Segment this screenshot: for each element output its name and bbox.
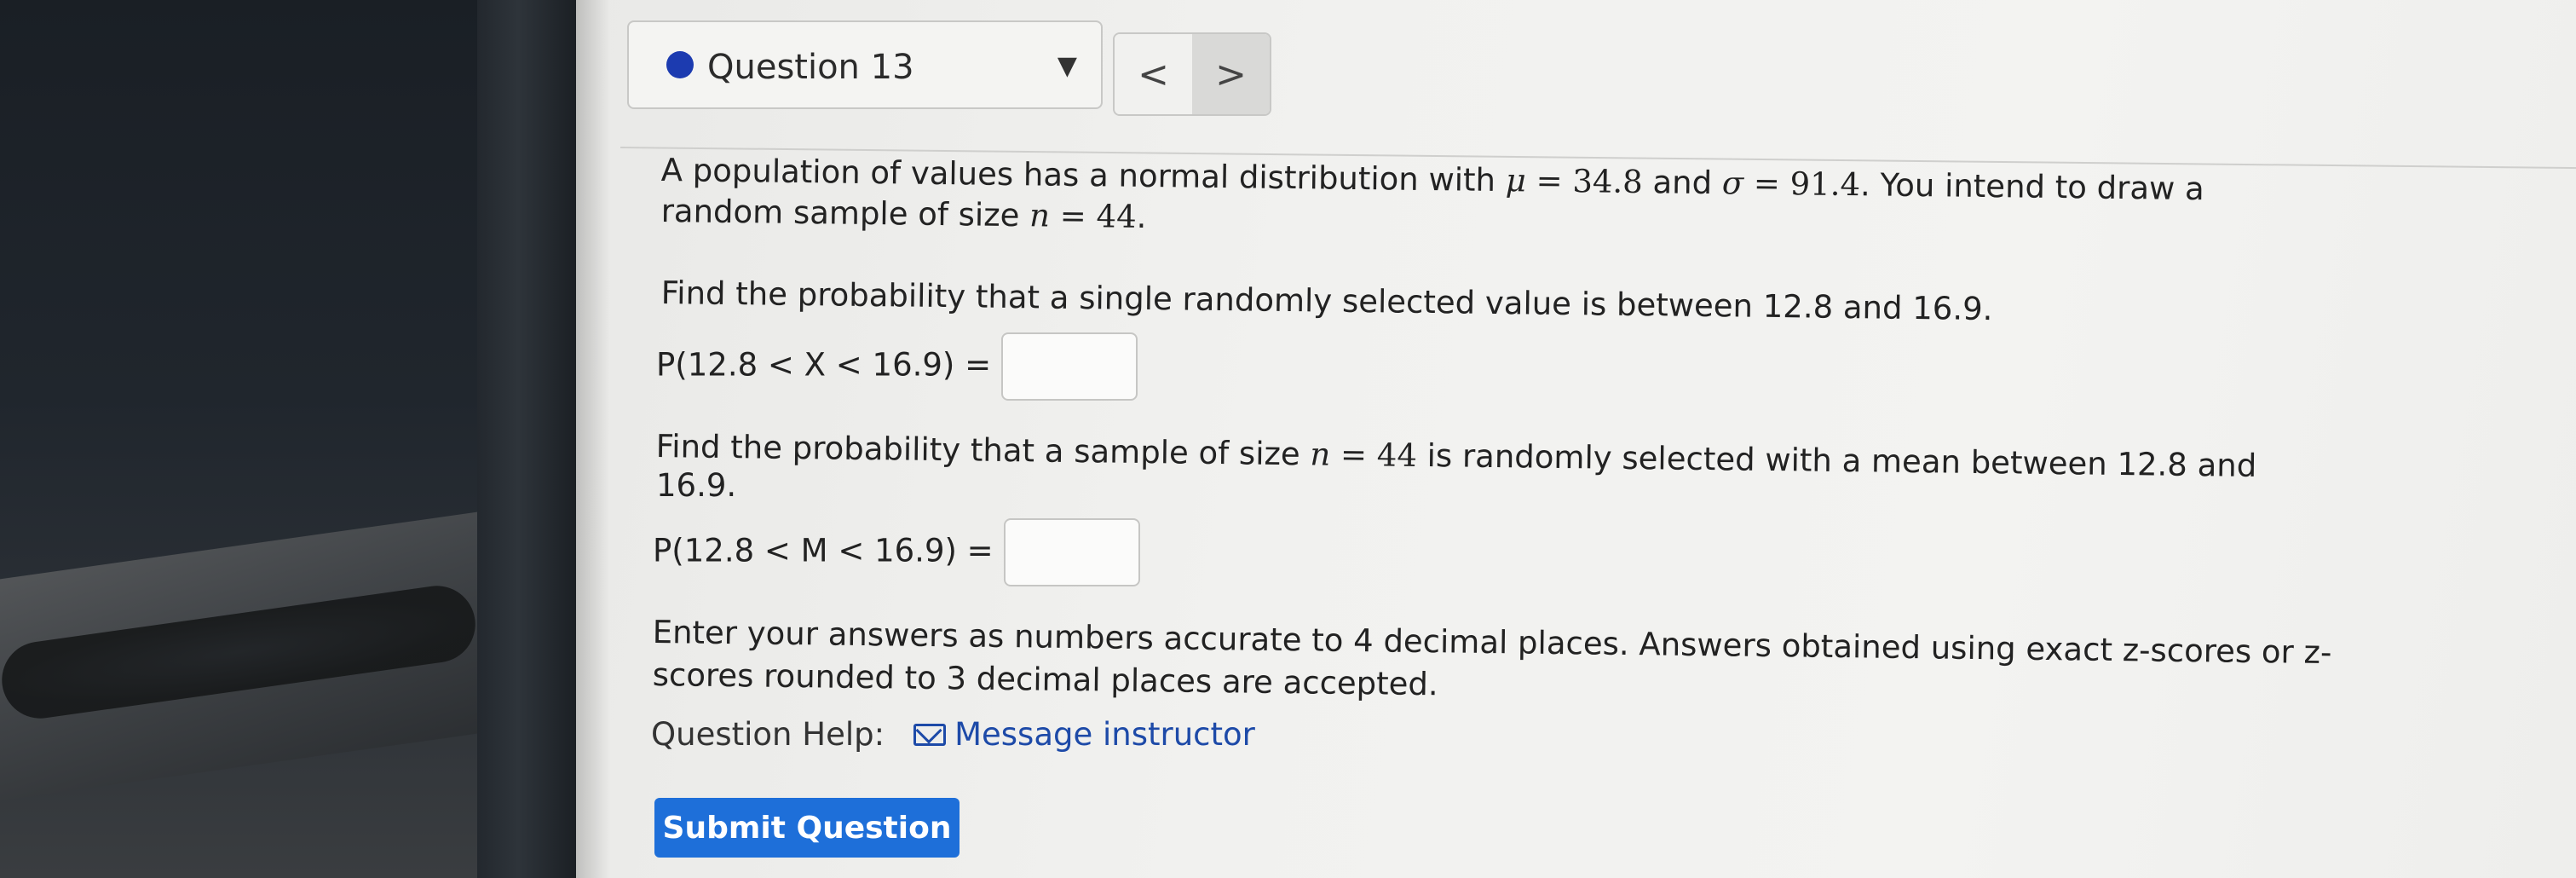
q2-n-value: 44 bbox=[1376, 436, 1418, 474]
question1-answer-row: P(12.8 < X < 16.9) = bbox=[656, 332, 1138, 401]
message-instructor-link[interactable]: Message instructor bbox=[954, 716, 1255, 753]
intro-line2-text: random sample of size bbox=[660, 193, 1030, 234]
intro-post: . You intend to draw a bbox=[1859, 166, 2205, 208]
n-value: 44 bbox=[1096, 198, 1137, 235]
intro-text: A population of values has a normal dist… bbox=[660, 152, 1507, 199]
q2-post: is randomly selected with a mean between… bbox=[1416, 436, 2257, 484]
question-nav: < > bbox=[1113, 32, 1271, 116]
question1-text: Find the probability that a single rando… bbox=[660, 274, 1993, 328]
answer-input-2[interactable] bbox=[1003, 518, 1140, 586]
submit-question-button[interactable]: Submit Question bbox=[654, 798, 960, 858]
question-help-row: Question Help: Message instructor bbox=[651, 716, 1255, 753]
answer-input-1[interactable] bbox=[1001, 332, 1138, 401]
question2-text-line1: Find the probability that a sample of si… bbox=[655, 428, 2256, 484]
mu-symbol: μ bbox=[1505, 162, 1527, 199]
sigma-value: 91.4 bbox=[1789, 165, 1861, 204]
mu-value: 34.8 bbox=[1572, 163, 1644, 201]
q2-pre: Find the probability that a sample of si… bbox=[655, 428, 1311, 473]
envelope-icon[interactable] bbox=[913, 723, 947, 746]
next-question-button[interactable]: > bbox=[1192, 34, 1270, 114]
q2-n-equals: = bbox=[1330, 436, 1378, 474]
question-status-dot bbox=[666, 51, 694, 78]
n-symbol: n bbox=[1029, 197, 1051, 234]
instructions-line2: scores rounded to 3 decimal places are a… bbox=[652, 656, 1438, 703]
sigma-symbol: σ bbox=[1721, 165, 1744, 202]
problem-intro-line2: random sample of size n = 44. bbox=[660, 193, 1146, 235]
question-help-label: Question Help: bbox=[651, 716, 885, 753]
question2-expression: P(12.8 < M < 16.9) = bbox=[653, 532, 994, 569]
question2-text-line2: 16.9. bbox=[656, 467, 737, 504]
mu-equals: = bbox=[1525, 162, 1573, 200]
sigma-equals: = bbox=[1743, 165, 1790, 203]
question-page: Question 13 ▼ < > A population of values… bbox=[576, 0, 2576, 878]
question1-expression: P(12.8 < X < 16.9) = bbox=[656, 346, 992, 384]
question-label: Question 13 bbox=[707, 48, 914, 87]
previous-question-button[interactable]: < bbox=[1115, 34, 1192, 114]
question-selector[interactable]: Question 13 ▼ bbox=[627, 20, 1103, 109]
monitor-edge bbox=[477, 0, 579, 878]
question2-answer-row: P(12.8 < M < 16.9) = bbox=[653, 518, 1140, 586]
page-shadow bbox=[576, 0, 610, 878]
n-equals: = bbox=[1049, 197, 1097, 235]
caret-down-icon: ▼ bbox=[1057, 51, 1077, 81]
q2-n-symbol: n bbox=[1310, 436, 1331, 473]
intro-line2-post: . bbox=[1136, 198, 1147, 235]
intro-and: and bbox=[1642, 164, 1723, 202]
